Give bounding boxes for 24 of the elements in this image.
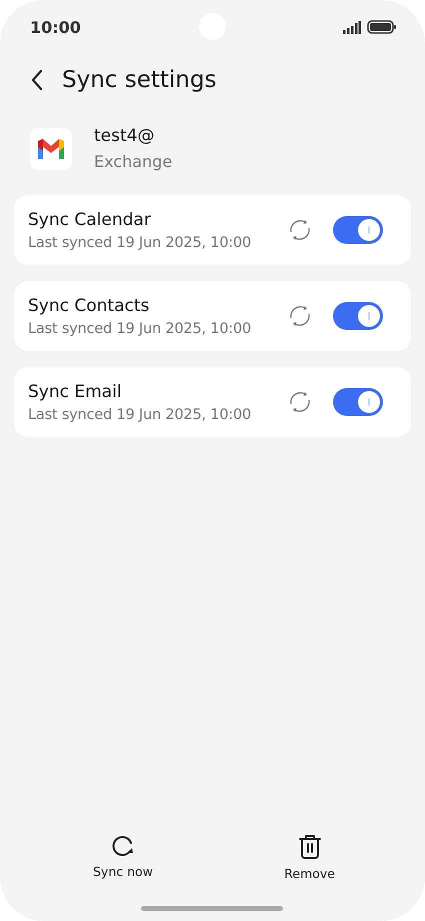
sync-icon[interactable] <box>287 217 313 243</box>
sync-icon[interactable] <box>287 389 313 415</box>
sync-icon[interactable] <box>287 303 313 329</box>
last-synced-text: Last synced 19 Jun 2025, 10:00 <box>28 234 252 250</box>
remove-button[interactable]: Remove <box>284 834 335 881</box>
status-time: 10:00 <box>30 18 81 36</box>
sync-title: Sync Calendar <box>28 210 152 230</box>
account-type: Exchange <box>94 152 172 171</box>
mail-logo-icon <box>30 128 72 170</box>
sync-title: Sync Contacts <box>28 296 150 316</box>
back-icon[interactable] <box>30 69 44 91</box>
last-synced-text: Last synced 19 Jun 2025, 10:00 <box>28 406 252 422</box>
toggle-switch[interactable] <box>333 216 383 244</box>
page-title: Sync settings <box>62 67 216 93</box>
account-name: test4@ <box>94 126 156 146</box>
last-synced-text: Last synced 19 Jun 2025, 10:00 <box>28 320 252 336</box>
battery-icon <box>367 20 397 34</box>
sync-title: Sync Email <box>28 382 123 402</box>
sync-now-button[interactable]: Sync now <box>93 834 153 881</box>
trash-icon <box>298 834 322 860</box>
toggle-switch[interactable] <box>333 302 383 330</box>
signal-icon <box>343 20 361 34</box>
toggle-switch[interactable] <box>333 388 383 416</box>
refresh-icon <box>110 834 135 858</box>
